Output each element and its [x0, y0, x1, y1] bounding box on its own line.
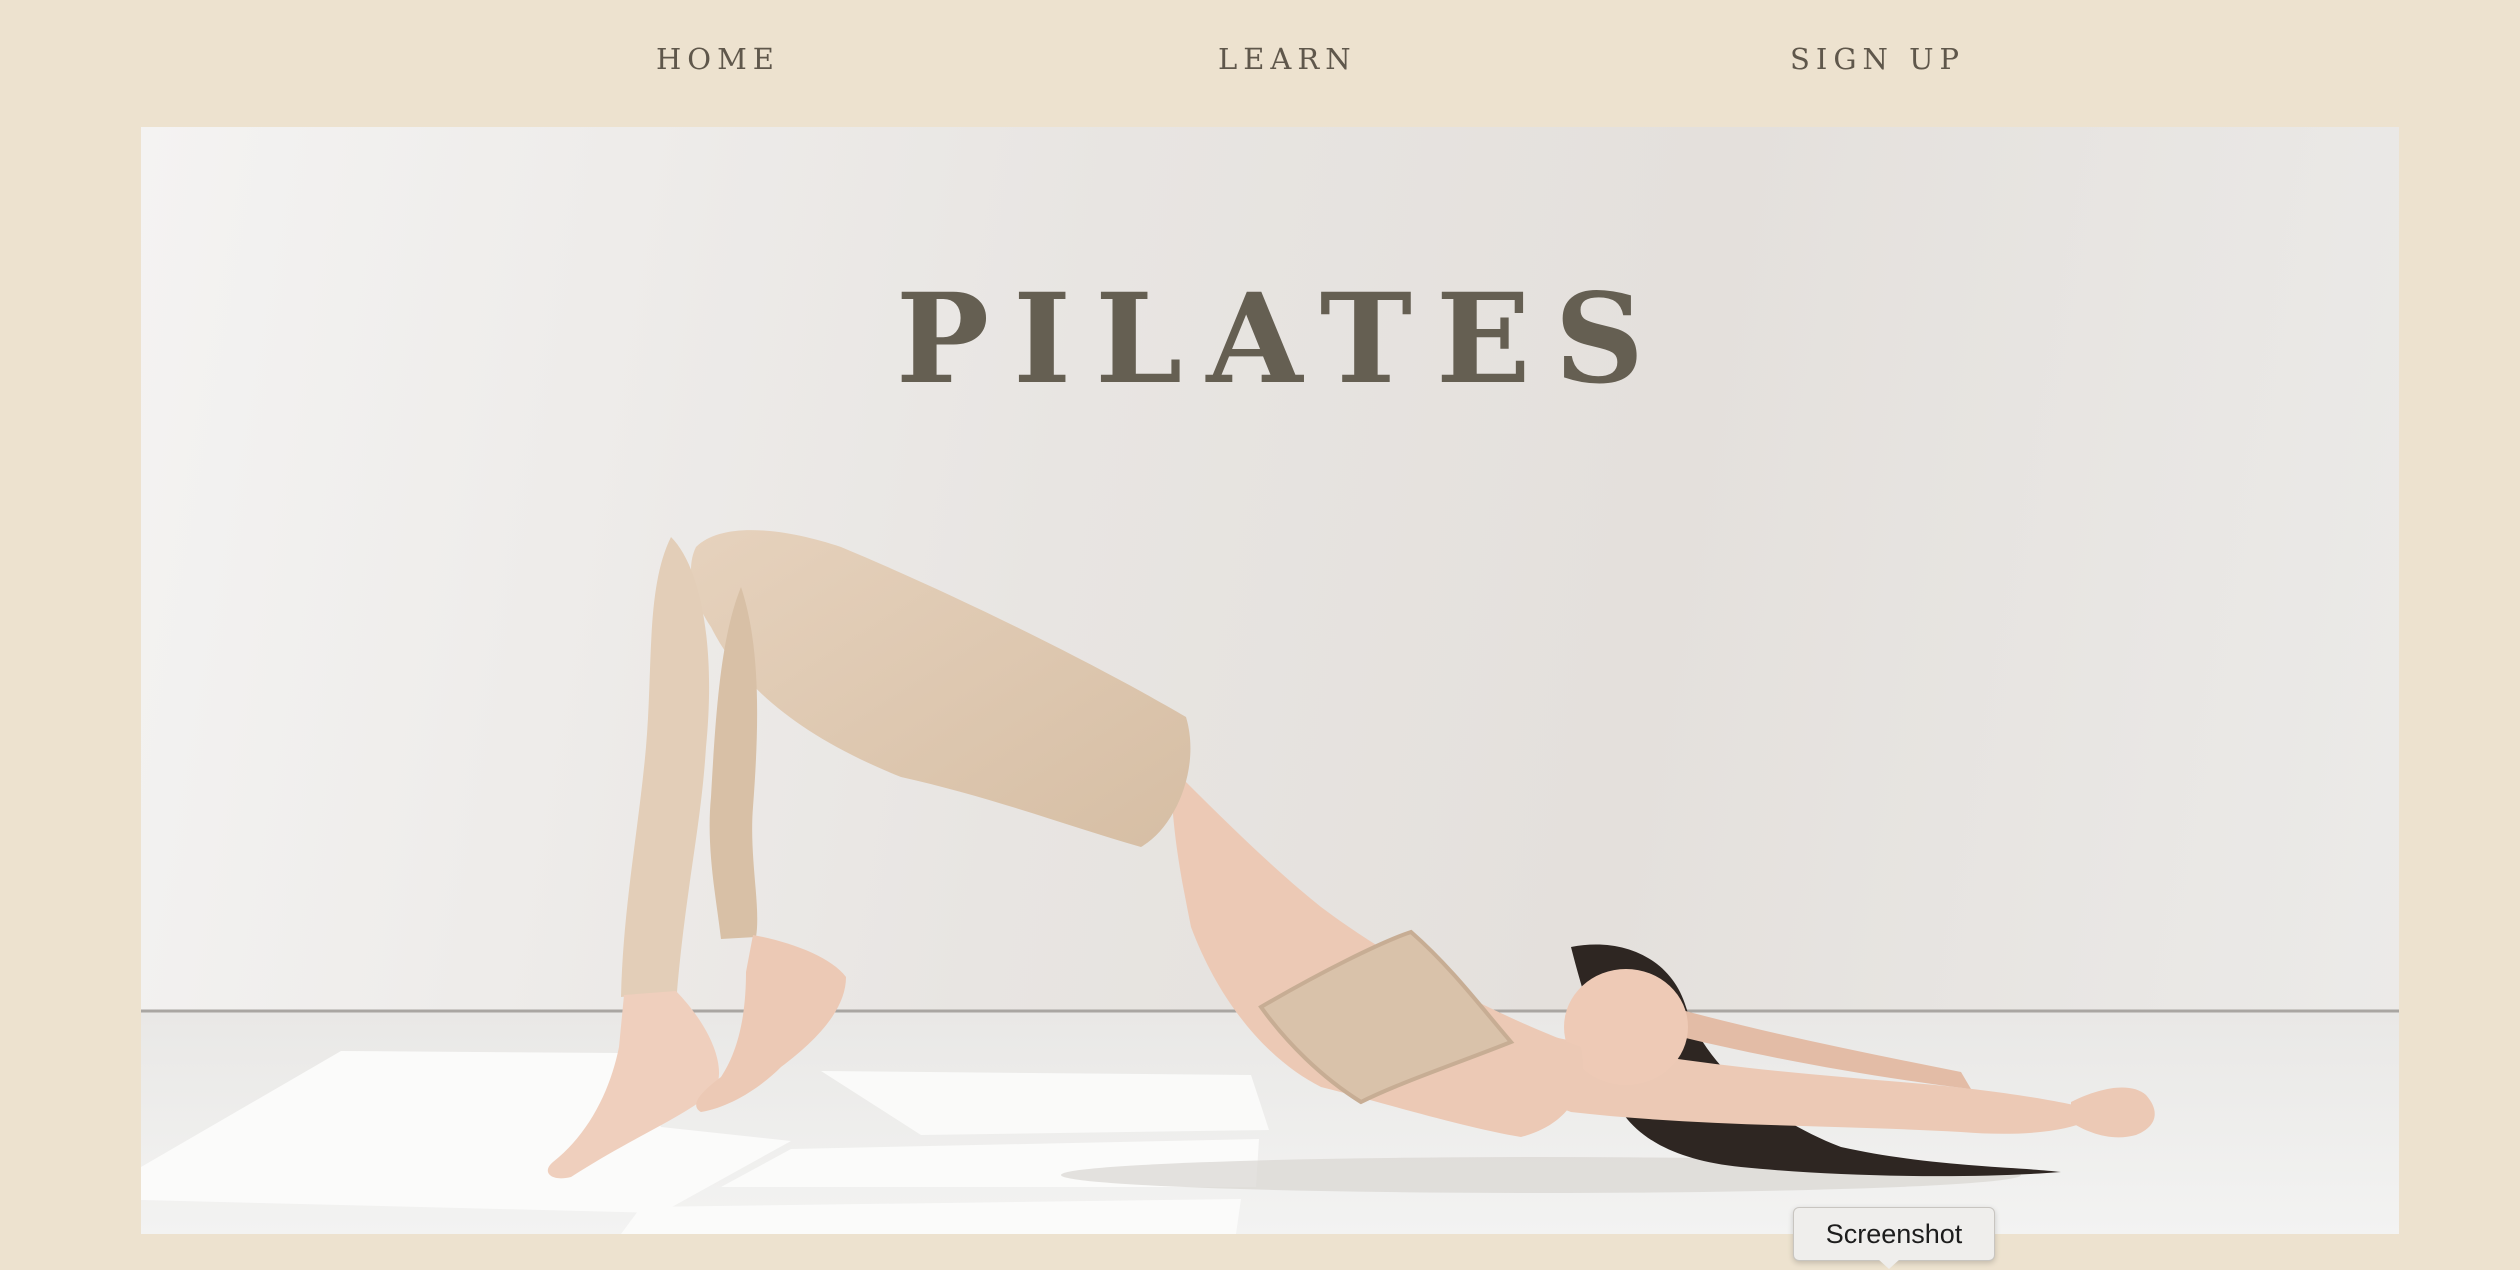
nav-link-home[interactable]: HOME	[656, 42, 780, 76]
nav-link-sign-up[interactable]: SIGN UP	[1790, 42, 1965, 76]
leggings-thigh	[691, 530, 1191, 847]
leggings-shin-back	[709, 587, 758, 939]
leggings-shin-front	[621, 537, 710, 997]
top-navigation: HOME LEARN SIGN UP	[0, 0, 2520, 127]
screenshot-tooltip: Screenshot	[1793, 1207, 1995, 1261]
nav-link-learn[interactable]: LEARN	[1218, 42, 1357, 76]
tooltip-arrow-icon	[1878, 1259, 1900, 1269]
hero-title: PILATES	[895, 267, 1669, 412]
hero-banner: PILATES	[141, 127, 2399, 1234]
